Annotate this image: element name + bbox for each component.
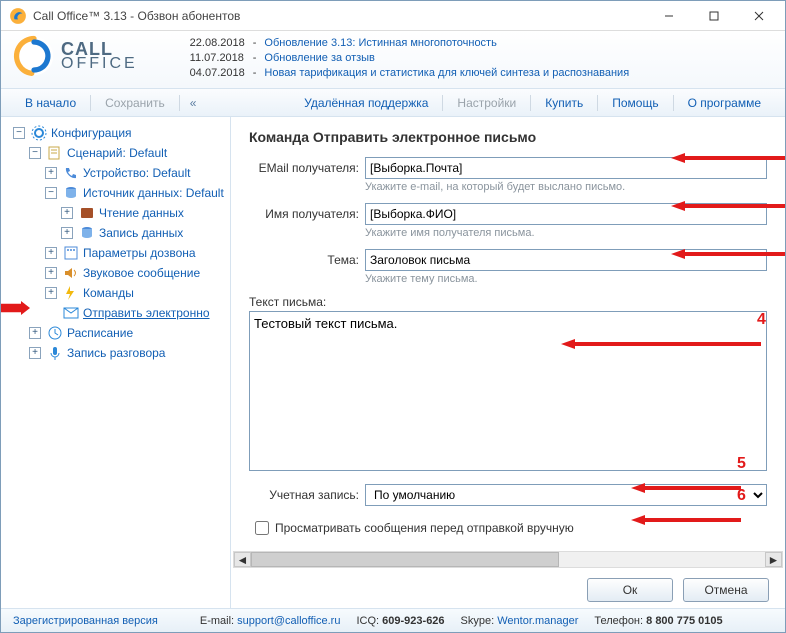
tree-item-commands[interactable]: +Команды	[1, 283, 230, 303]
tree-item-sound[interactable]: +Звуковое сообщение	[1, 263, 230, 283]
scroll-right-button[interactable]: ►	[765, 552, 782, 567]
email-field[interactable]	[365, 157, 767, 179]
news-link[interactable]: Обновление 3.13: Истинная многопоточност…	[264, 37, 496, 49]
menu-remote-support[interactable]: Удалённая поддержка	[294, 96, 438, 110]
name-field[interactable]	[365, 203, 767, 225]
window-title: Call Office™ 3.13 - Обзвон абонентов	[33, 9, 646, 23]
sidebar-tree[interactable]: − Конфигурация − Сценарий: Default	[1, 117, 231, 608]
name-label: Имя получателя:	[249, 207, 359, 221]
cancel-button[interactable]: Отмена	[683, 578, 769, 602]
menu-about[interactable]: О программе	[678, 96, 771, 110]
name-hint: Укажите имя получателя письма.	[365, 227, 767, 239]
dial-icon	[63, 245, 79, 261]
logo-icon	[13, 35, 55, 77]
collapse-sidebar-button[interactable]: «	[190, 96, 197, 110]
body-textarea[interactable]: Тестовый текст письма.	[249, 311, 767, 471]
expand-icon[interactable]: +	[29, 347, 41, 359]
titlebar: Call Office™ 3.13 - Обзвон абонентов	[1, 1, 785, 31]
menubar: В начало Сохранить « Удалённая поддержка…	[1, 89, 785, 117]
app-icon	[9, 7, 27, 25]
menu-buy[interactable]: Купить	[535, 96, 593, 110]
email-hint: Укажите e-mail, на который будет выслано…	[365, 181, 767, 193]
tree-item-write[interactable]: +Запись данных	[1, 223, 230, 243]
tree-item-sendmail[interactable]: Отправить электронно	[1, 303, 230, 323]
app-window: Call Office™ 3.13 - Обзвон абонентов CAL…	[0, 0, 786, 633]
email-label: EMail получателя:	[249, 161, 359, 175]
tree-item-dialparams[interactable]: +Параметры дозвона	[1, 243, 230, 263]
body-label: Текст письма:	[249, 295, 767, 309]
header: CALLOFFICE 22.08.2018-Обновление 3.13: И…	[1, 31, 785, 89]
scroll-left-button[interactable]: ◄	[234, 552, 251, 567]
scroll-thumb[interactable]	[251, 552, 559, 567]
speaker-icon	[63, 265, 79, 281]
book-icon	[79, 205, 95, 221]
menu-help[interactable]: Помощь	[602, 96, 668, 110]
tree-item-device[interactable]: +Устройство: Default	[1, 163, 230, 183]
maximize-button[interactable]	[691, 2, 736, 30]
expand-icon[interactable]: +	[61, 207, 73, 219]
expand-icon[interactable]: +	[45, 167, 57, 179]
tree-item-record[interactable]: +Запись разговора	[1, 343, 230, 363]
tree-item-schedule[interactable]: +Расписание	[1, 323, 230, 343]
menu-settings[interactable]: Настройки	[447, 96, 526, 110]
expand-icon[interactable]: +	[29, 327, 41, 339]
tree-item-config[interactable]: − Конфигурация	[1, 123, 230, 143]
account-select[interactable]: По умолчанию	[365, 484, 767, 506]
subject-hint: Укажите тему письма.	[365, 273, 767, 285]
database-icon	[79, 225, 95, 241]
preview-label: Просматривать сообщения перед отправкой …	[275, 521, 574, 535]
statusbar: Зарегистрированная версия E-mail: suppor…	[1, 608, 785, 632]
menu-home[interactable]: В начало	[15, 96, 86, 110]
expand-icon[interactable]: +	[45, 267, 57, 279]
news-link[interactable]: Новая тарификация и статистика для ключе…	[264, 67, 629, 79]
mail-icon	[63, 305, 79, 321]
phone-icon	[63, 165, 79, 181]
status-skype[interactable]: Wentor.manager	[497, 615, 578, 627]
expand-icon[interactable]: −	[13, 127, 25, 139]
tree-item-datasource[interactable]: −Источник данных: Default	[1, 183, 230, 203]
expand-icon[interactable]: +	[45, 287, 57, 299]
status-email[interactable]: support@calloffice.ru	[237, 615, 340, 627]
subject-label: Тема:	[249, 253, 359, 267]
body: − Конфигурация − Сценарий: Default	[1, 117, 785, 608]
status-icq: 609-923-626	[382, 615, 444, 627]
expand-icon[interactable]: +	[61, 227, 73, 239]
script-icon	[47, 145, 63, 161]
logo: CALLOFFICE	[13, 35, 138, 77]
status-registered[interactable]: Зарегистрированная версия	[13, 615, 158, 627]
gear-icon	[31, 125, 47, 141]
horizontal-scrollbar[interactable]: ◄ ►	[233, 551, 783, 568]
preview-checkbox[interactable]	[255, 521, 269, 535]
tree-item-scenario[interactable]: − Сценарий: Default	[1, 143, 230, 163]
logo-text: CALLOFFICE	[61, 41, 138, 72]
expand-icon[interactable]: +	[45, 247, 57, 259]
account-label: Учетная запись:	[249, 488, 359, 502]
menu-save: Сохранить	[95, 96, 175, 110]
expand-icon[interactable]: −	[29, 147, 41, 159]
mic-icon	[47, 345, 63, 361]
close-button[interactable]	[736, 2, 781, 30]
news-list: 22.08.2018-Обновление 3.13: Истинная мно…	[188, 35, 637, 82]
clock-icon	[47, 325, 63, 341]
status-phone: 8 800 775 0105	[646, 615, 722, 627]
database-icon	[63, 185, 79, 201]
subject-field[interactable]	[365, 249, 767, 271]
news-link[interactable]: Обновление за отзыв	[264, 52, 375, 64]
tree-item-read[interactable]: +Чтение данных	[1, 203, 230, 223]
ok-button[interactable]: Ок	[587, 578, 673, 602]
minimize-button[interactable]	[646, 2, 691, 30]
main-panel: Команда Отправить электронное письмо EMa…	[231, 117, 785, 608]
expand-icon[interactable]: −	[45, 187, 57, 199]
bolt-icon	[63, 285, 79, 301]
panel-title: Команда Отправить электронное письмо	[249, 129, 767, 145]
